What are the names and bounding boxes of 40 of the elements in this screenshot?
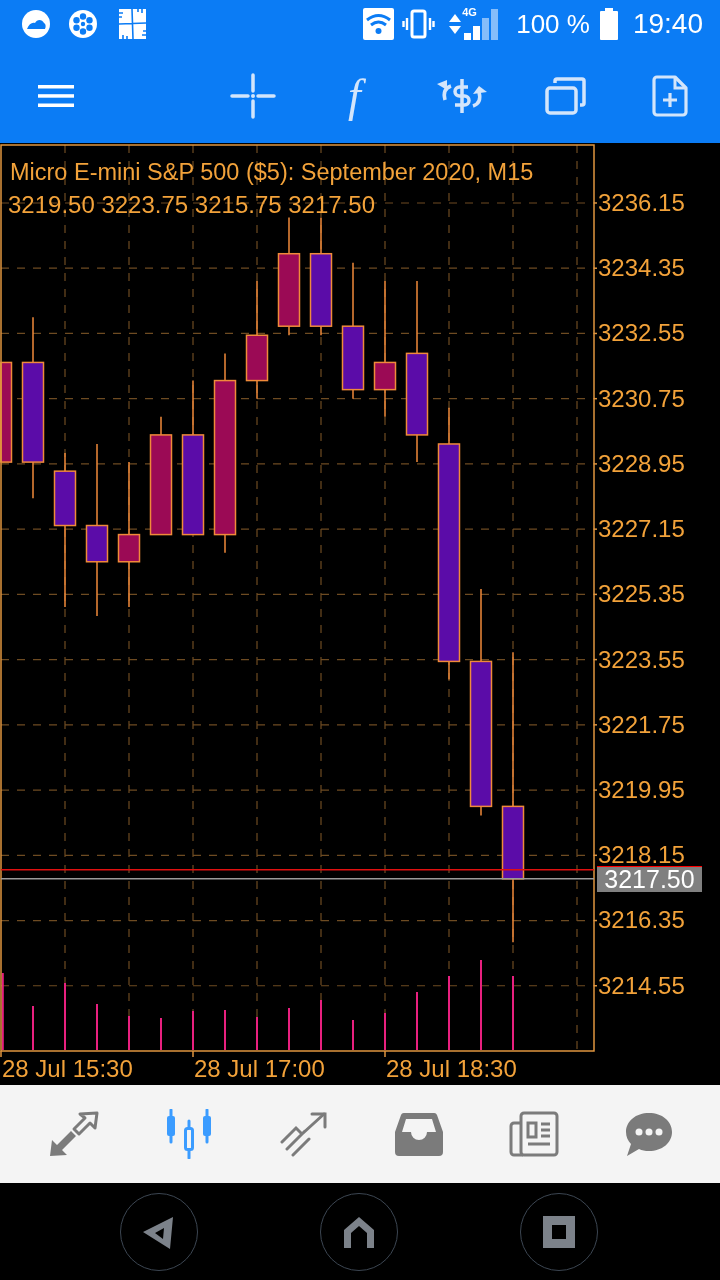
price-axis-label: 3227.15 [598, 521, 685, 538]
price-axis-label: 3216.35 [598, 912, 685, 929]
price-axis-label: 3225.35 [598, 586, 685, 603]
crosshair-icon[interactable] [230, 72, 276, 119]
menu-icon[interactable] [38, 83, 74, 108]
time-axis-label: 28 Jul 17:00 [194, 1055, 325, 1082]
trend-arrow-icon [278, 1111, 329, 1157]
price-axis-label: 3236.15 [598, 195, 685, 211]
price-axis-label: 3228.95 [598, 455, 685, 472]
time-axis-label: 28 Jul 18:30 [386, 1055, 517, 1082]
signal-icon [463, 8, 500, 40]
double-arrow-icon [48, 1111, 99, 1157]
newspaper-icon [508, 1111, 559, 1157]
indicators-button[interactable]: f [348, 72, 368, 119]
film-reel-icon [69, 10, 97, 38]
price-axis-label: 3234.35 [598, 260, 685, 277]
ohlc-values: 3219.50 3223.75 3215.75 3217.50 [8, 191, 376, 218]
current-price-label: 3217.50 [597, 866, 702, 892]
wifi-icon [363, 8, 395, 40]
clock-time: 19:40 [632, 10, 703, 38]
price-axis-label: 3219.95 [598, 781, 685, 798]
price-axis-label: 3223.55 [598, 651, 685, 668]
file-plus-icon[interactable] [652, 74, 688, 117]
network-type: 4G [462, 7, 477, 18]
price-axis-label: 3221.75 [598, 716, 685, 733]
windows-icon[interactable] [545, 76, 586, 115]
data-arrows-icon [449, 12, 462, 36]
battery-percent: 100 % [516, 11, 590, 37]
cloud-icon [22, 10, 50, 38]
time-axis-label: 28 Jul 15:30 [2, 1055, 133, 1082]
vibrate-icon [402, 8, 436, 40]
price-axis-label: 3218.15 [598, 847, 685, 864]
price-axis-label: 3214.55 [598, 977, 685, 994]
patchwork-icon [117, 8, 148, 40]
battery-icon [599, 8, 618, 40]
price-axis-label: 3230.75 [598, 390, 685, 407]
price-axis-label: 3232.55 [598, 325, 685, 342]
chat-icon [623, 1111, 674, 1157]
chart-title: Micro E-mini S&P 500 ($5): September 2020, M15 [10, 159, 534, 185]
inbox-icon [393, 1112, 444, 1156]
